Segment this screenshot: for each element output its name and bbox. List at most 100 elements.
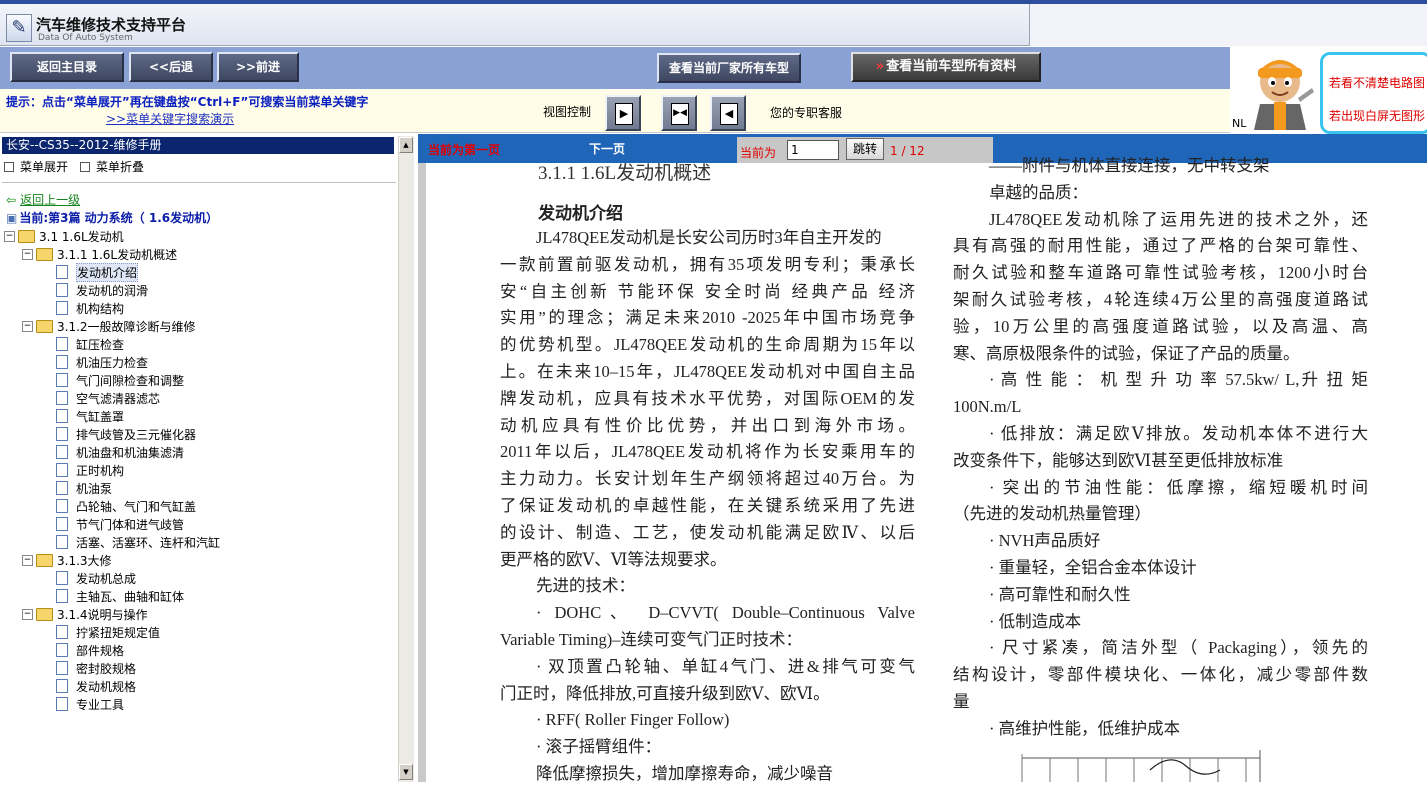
tree-folder-item[interactable]: − 3.1.4说明与操作 [4,605,396,623]
up-level-link[interactable]: ⇦ 返回上一级 [6,191,80,208]
view-split-button[interactable]: ▶◀ [661,95,697,131]
doc-text-line: 主力动力。长安计划年生产纲领将超过40万台。为 [500,469,915,489]
doc-text-line: （先进的发动机热量管理） [953,504,1151,524]
arrow-right-icon: ▶ [615,103,633,125]
tree-folder-item[interactable]: − 3.1.1 1.6L发动机概述 [4,245,396,263]
app-title: 汽车维修技术支持平台 [36,16,187,34]
page-number-input[interactable]: 1 [787,140,839,160]
tree-item-label: 正时机构 [76,463,125,478]
view-expand-right-button[interactable]: ▶ [605,95,641,131]
doc-text-line: 先进的技术： [536,576,635,596]
tree-doc-item[interactable]: 机油压力检查 [4,353,396,371]
doc-text-line: · 突出的节油性能：低摩擦，缩短暖机时间 [989,477,1368,497]
tree-folder-item[interactable]: − 3.1.2一般故障诊断与维修 [4,317,396,335]
up-level-label: 返回上一级 [20,193,81,207]
tree-item-label: 气门间隙检查和调整 [76,373,185,388]
tree-doc-item[interactable]: 活塞、活塞环、连杆和汽缸 [4,533,396,551]
tree-folder-item[interactable]: − 3.1 1.6L发动机 [4,227,396,245]
document-icon [56,463,68,477]
back-button[interactable]: <<后退 [129,52,213,82]
document-icon [56,409,68,423]
scroll-up-icon[interactable]: ▲ [399,137,413,153]
tree-item-label: 活塞、活塞环、连杆和汽缸 [76,535,221,550]
tree-folder-item[interactable]: − 3.1.3大修 [4,551,396,569]
tree-item-label: 发动机的润滑 [76,283,149,298]
menu-tree: −3.1 1.6L发动机 −3.1.1 1.6L发动机概述 发动机介绍 发动机的润滑机… [4,227,396,713]
doc-text-line: 实用”的理念；满足未来2010 -2025年中国市场竞争 [500,308,915,328]
collapse-toggle-icon[interactable]: − [4,230,15,242]
tree-doc-item[interactable]: 气缸盖罩 [4,407,396,425]
current-section-label: ▣ 当前:第3篇 动力系统（ 1.6发动机） [6,209,218,226]
collapse-toggle-icon[interactable]: − [22,320,33,332]
collapse-toggle-icon[interactable]: − [22,554,33,566]
tree-doc-item[interactable]: 缸压检查 [4,335,396,353]
document-icon [56,643,68,657]
document-icon [56,517,68,531]
doc-text-line: 了保证发动机的卓越性能，在关键系统采用了先进 [500,495,915,515]
home-button[interactable]: 返回主目录 [10,52,124,82]
document-icon [56,571,68,585]
tree-item-label: 机油压力检查 [76,355,149,370]
menu-expand-button[interactable]: 菜单展开 [4,158,68,175]
tree-doc-item[interactable]: 正时机构 [4,461,396,479]
doc-column-left: JL478QEE发动机是长安公司历时3年自主开发的 一款前置前驱发动机，拥有35项… [500,225,915,788]
back-arrow-icon: ⇦ [6,193,17,207]
document-icon [56,265,68,279]
doc-text-line: 的优势机型。JL478QEE发动机的生命周期为15年以 [500,335,915,355]
jump-button[interactable]: 跳转 [846,138,884,160]
ad-notice-line2[interactable]: 若出现白屏无图形 [1329,107,1425,124]
folder-icon [36,607,53,621]
tree-item-label: 发动机规格 [76,679,137,694]
tree-doc-item[interactable]: 机构结构 [4,299,396,317]
doc-text-line: · 低制造成本 [989,611,1082,631]
document-icon [56,445,68,459]
tree-doc-item[interactable]: 排气歧管及三元催化器 [4,425,396,443]
doc-text-line: 上。在未来10–15年，JL478QEE发动机对中国自主品 [500,361,915,381]
tree-doc-item[interactable]: 节气门体和进气歧管 [4,515,396,533]
view-all-data-button[interactable]: » 查看当前车型所有资料 [851,52,1041,82]
tree-doc-item[interactable]: 凸轮轴、气门和气缸盖 [4,497,396,515]
tree-doc-item[interactable]: 发动机介绍 [4,262,396,282]
current-page-label: 当前为 [740,146,777,160]
tree-doc-item[interactable]: 专业工具 [4,695,396,713]
search-demo-link[interactable]: >>菜单关键字搜索演示 [106,110,234,127]
collapse-toggle-icon[interactable]: − [22,248,33,260]
menu-collapse-button[interactable]: 菜单折叠 [80,158,144,175]
scroll-down-icon[interactable]: ▼ [399,764,413,780]
current-section-text: 当前:第3篇 动力系统（ 1.6发动机） [19,211,219,225]
view-all-data-label: 查看当前车型所有资料 [886,59,1017,74]
tree-doc-item[interactable]: 部件规格 [4,641,396,659]
collapse-box-icon [80,161,90,172]
view-expand-left-button[interactable]: ◀ [710,95,746,131]
tree-doc-item[interactable]: 主轴瓦、曲轴和缸体 [4,587,396,605]
first-page-indicator: 当前为第一页 [428,143,501,157]
view-maker-models-button[interactable]: 查看当前厂家所有车型 [657,53,801,83]
left-scrollbar[interactable] [398,136,414,782]
doc-text-line: 结构设计，零部件模块化、一体化，减少零部件数 [953,665,1368,685]
tree-item-label: 发动机介绍 [76,262,139,282]
tree-item-label: 3.1 1.6L发动机 [39,229,124,244]
ad-notice-line1[interactable]: 若看不清楚电路图 [1329,74,1425,91]
tree-doc-item[interactable]: 空气滤清器滤芯 [4,389,396,407]
doc-heading: 3.1.1 1.6L发动机概述 [538,163,712,184]
tree-doc-item[interactable]: 发动机的润滑 [4,281,396,299]
doc-text-line: 具有高强的耐用性能，通过了严格的台架可靠性、 [953,236,1368,256]
tree-doc-item[interactable]: 机油盘和机油集滤清 [4,443,396,461]
tree-doc-item[interactable]: 发动机规格 [4,677,396,695]
document-icon [56,499,68,513]
app-subtitle: Data Of Auto System [38,33,133,43]
manual-title: 长安--CS35--2012-维修手册 [2,137,394,154]
next-page-link[interactable]: 下一页 [589,140,625,157]
document-icon [56,661,68,675]
doc-text-line: · NVH声品质好 [989,531,1101,551]
tree-doc-item[interactable]: 气门间隙检查和调整 [4,371,396,389]
engine-curve-figure [1021,750,1261,782]
forward-button[interactable]: >>前进 [217,52,299,82]
tree-item-label: 机油泵 [76,481,113,496]
tree-doc-item[interactable]: 发动机总成 [4,569,396,587]
tree-doc-item[interactable]: 机油泵 [4,479,396,497]
collapse-toggle-icon[interactable]: − [22,608,33,620]
tree-doc-item[interactable]: 密封胶规格 [4,659,396,677]
doc-subheading: 发动机介绍 [538,204,623,223]
tree-doc-item[interactable]: 拧紧扭矩规定值 [4,623,396,641]
